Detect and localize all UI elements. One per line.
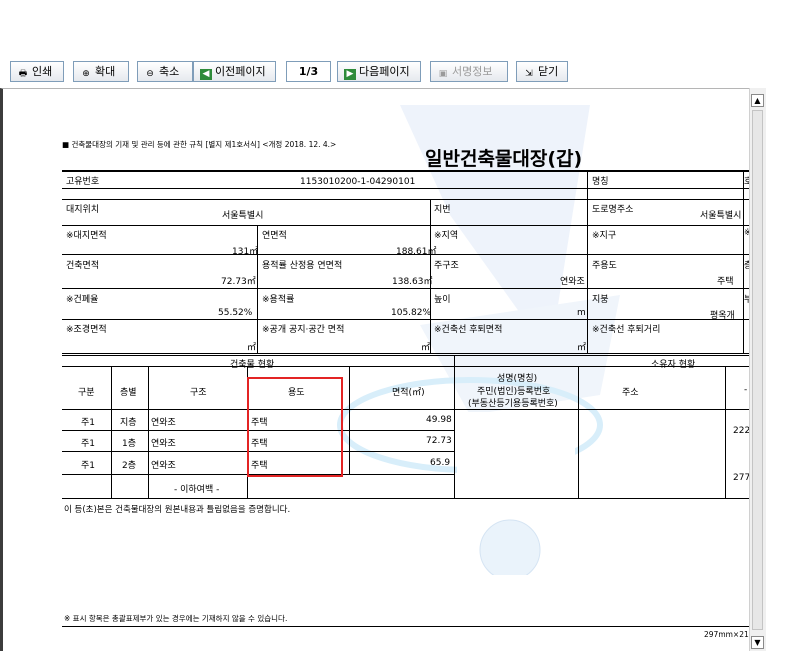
document-title: 일반건축물대장(갑)	[425, 148, 583, 170]
printer-icon: 🖶	[18, 69, 28, 79]
paper-size: 297mm×210	[704, 630, 754, 639]
prev-page-button[interactable]: ◀ 이전페이지	[193, 61, 276, 82]
footnote: ※ 표시 항목은 총괄표제부가 있는 경우에는 기재하지 않을 수 있습니다.	[64, 614, 288, 623]
next-arrow-icon: ▶	[344, 69, 356, 80]
toolbar: 🖶 인쇄 ⊕ 확대 ⊖ 축소 ◀ 이전페이지 1/3 ▶ 다음페이지 ▣ 서명정보 ⇲ 닫기	[0, 52, 800, 92]
scroll-up-arrow-icon[interactable]: ▲	[751, 94, 764, 107]
vertical-scrollbar[interactable]: ▲ ▼	[749, 88, 766, 651]
zoom-out-icon: ⊖	[146, 69, 154, 79]
redacted-owner-area	[457, 412, 575, 496]
zoom-in-button[interactable]: ⊕ 확대	[73, 61, 129, 82]
scroll-down-arrow-icon[interactable]: ▼	[751, 636, 764, 649]
unique-number: 1153010200-1-04290101	[300, 177, 416, 187]
monitor-icon: ▣	[438, 69, 448, 79]
site-address: 서울특별시	[222, 211, 264, 221]
owner-status-title: 소유자 현황	[651, 360, 696, 370]
close-door-icon: ⇲	[525, 69, 533, 79]
highlight-box	[247, 377, 343, 477]
sign-info-button[interactable]: ▣ 서명정보	[430, 61, 508, 82]
print-button[interactable]: 🖶 인쇄	[10, 61, 64, 82]
certification-text: 이 등(초)본은 건축물대장의 원본내용과 틀림없음을 증명합니다.	[64, 505, 291, 515]
next-page-button[interactable]: ▶ 다음페이지	[337, 61, 421, 82]
redacted-stamp-area	[420, 585, 476, 603]
regulation-text: ■ 건축물대장의 기재 및 관리 등에 관한 규칙 [별지 제1호서식] <개정…	[62, 140, 337, 149]
redacted-address-area	[581, 466, 721, 488]
page-indicator: 1/3	[286, 61, 331, 82]
zoom-out-button[interactable]: ⊖ 축소	[137, 61, 193, 82]
blank-row-marker: - 이하여백 -	[174, 485, 220, 495]
zoom-in-icon: ⊕	[82, 69, 90, 79]
prev-arrow-icon: ◀	[200, 69, 212, 80]
close-button[interactable]: ⇲ 닫기	[516, 61, 568, 82]
scrollbar-thumb[interactable]	[752, 110, 763, 630]
building-status-title: 건축물 현황	[230, 360, 275, 370]
